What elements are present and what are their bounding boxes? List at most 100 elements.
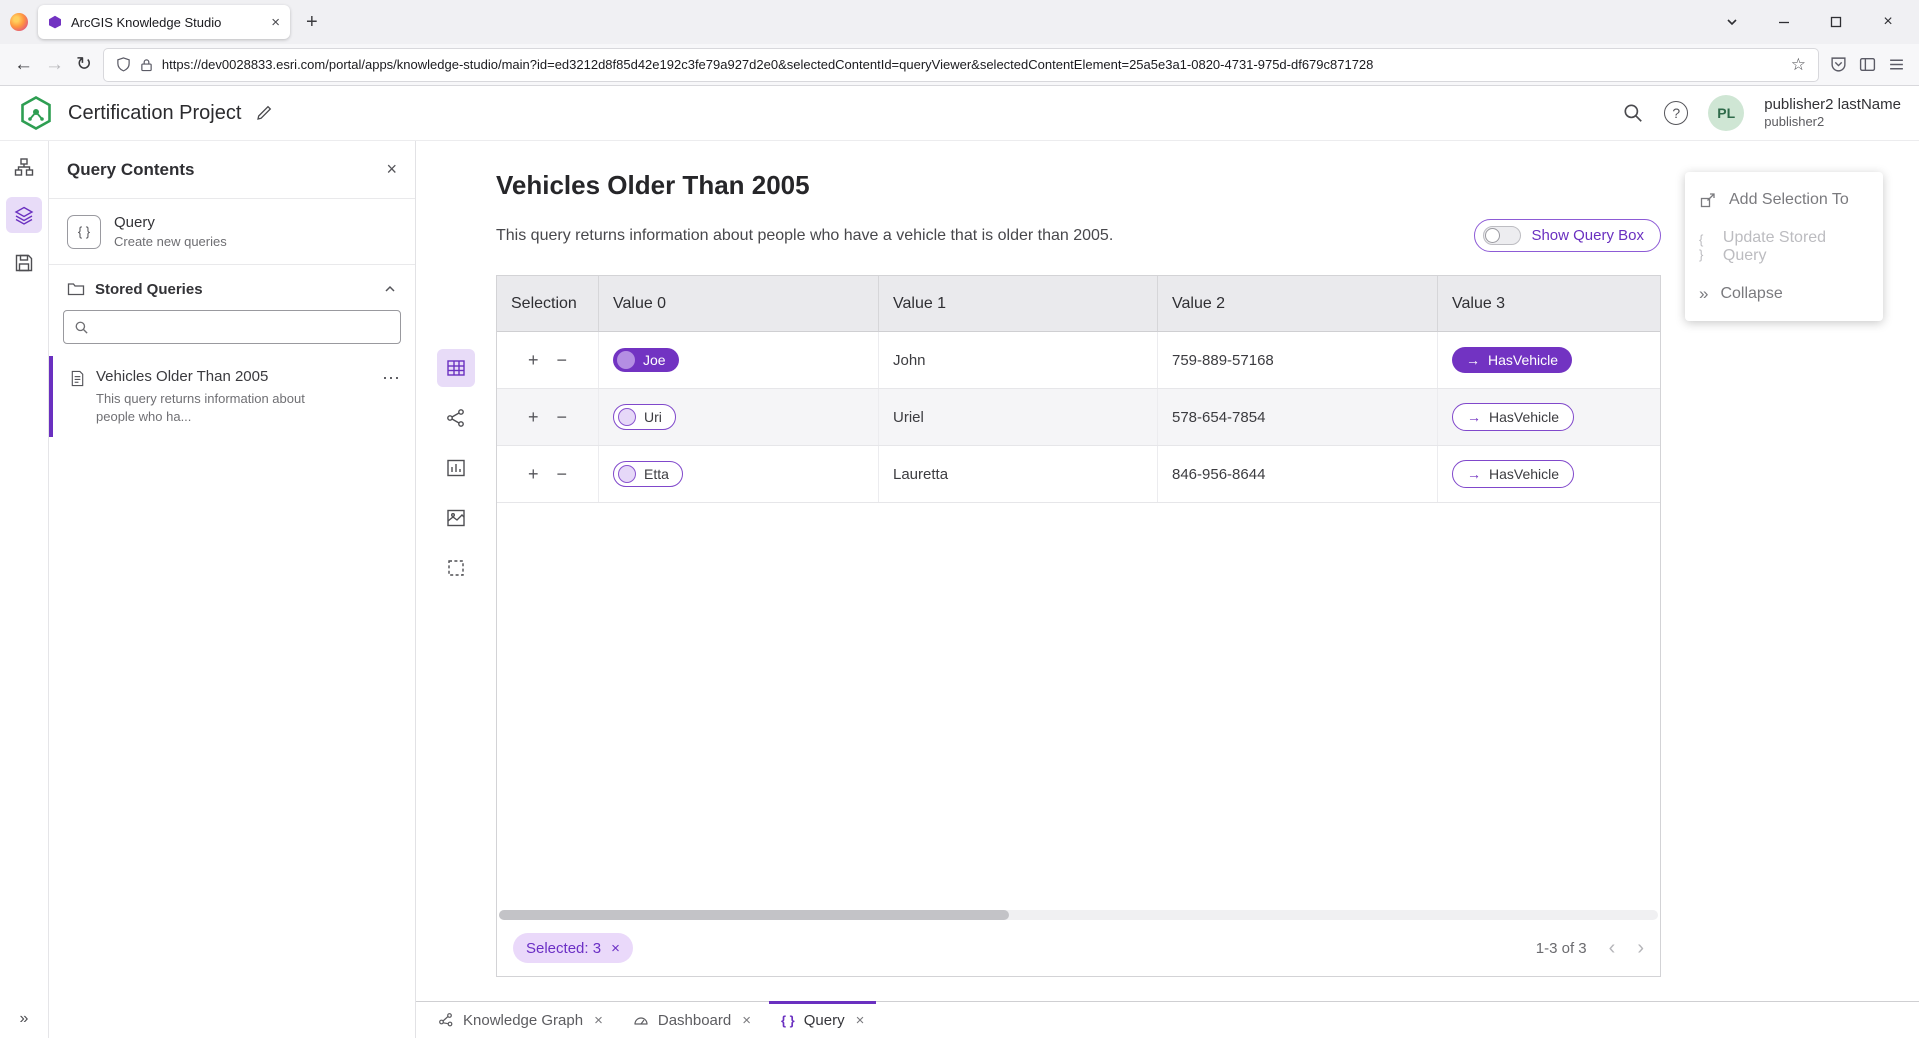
relation-pill[interactable]: →HasVehicle	[1452, 460, 1574, 488]
back-button[interactable]: ←	[14, 55, 33, 74]
query-item-subtitle: Create new queries	[114, 234, 227, 249]
tab-close-icon[interactable]: ×	[271, 15, 280, 30]
window-close-button[interactable]: ×	[1867, 5, 1909, 39]
value3-cell: →HasVehicle	[1438, 332, 1660, 388]
remove-selection-icon[interactable]: −	[557, 351, 568, 369]
knowledge-graph-icon	[438, 1012, 454, 1028]
search-icon[interactable]	[1622, 102, 1644, 124]
column-header-value0: Value 0	[599, 276, 879, 331]
stored-query-overflow-icon[interactable]: ⋯	[382, 368, 401, 389]
url-bar[interactable]: https://dev0028833.esri.com/portal/apps/…	[104, 49, 1818, 81]
map-view-icon[interactable]	[437, 499, 475, 537]
tab-close-icon[interactable]: ×	[742, 1012, 751, 1029]
collapse-icon: »	[1699, 284, 1708, 304]
user-avatar[interactable]: PL	[1708, 95, 1744, 131]
menu-item-label: Add Selection To	[1729, 191, 1849, 209]
entity-pill[interactable]: Joe	[613, 348, 679, 372]
entity-cell: Etta	[599, 446, 879, 502]
active-tab-indicator	[769, 1001, 876, 1004]
selected-count-label: Selected: 3	[526, 940, 601, 957]
relation-label: HasVehicle	[1488, 352, 1558, 368]
toggle-switch[interactable]	[1483, 226, 1521, 245]
scrollbar-thumb[interactable]	[499, 910, 1009, 920]
horizontal-scrollbar[interactable]	[499, 910, 1658, 920]
tab-dashboard[interactable]: Dashboard ×	[621, 1002, 763, 1038]
add-selection-icon[interactable]: +	[528, 351, 539, 369]
tab-close-icon[interactable]: ×	[856, 1012, 865, 1029]
entity-label: Joe	[643, 352, 666, 368]
previous-page-icon[interactable]: ‹	[1609, 938, 1616, 958]
results-table: Selection Value 0 Value 1 Value 2 Value …	[496, 275, 1661, 977]
stored-queries-search-input[interactable]	[97, 319, 390, 335]
entity-pill[interactable]: Etta	[613, 461, 683, 487]
relation-pill[interactable]: →HasVehicle	[1452, 347, 1572, 373]
expand-rail-icon[interactable]: »	[0, 1010, 48, 1028]
window-minimize-button[interactable]	[1763, 5, 1805, 39]
menu-item-update-stored-query[interactable]: { } Update Stored Query	[1685, 223, 1883, 270]
link-chart-view-icon[interactable]	[437, 399, 475, 437]
relation-pill[interactable]: → HasVehicle	[1452, 403, 1574, 431]
add-selection-icon[interactable]: +	[528, 408, 539, 426]
bookmark-star-icon[interactable]: ☆	[1791, 56, 1806, 73]
table-empty-area	[497, 503, 1660, 910]
entity-dot-icon	[618, 465, 636, 483]
forward-button[interactable]: →	[45, 55, 64, 74]
new-tab-button[interactable]: +	[300, 11, 324, 34]
pagination: 1-3 of 3 ‹ ›	[1536, 938, 1644, 958]
new-query-item[interactable]: { } Query Create new queries	[49, 199, 415, 265]
menu-item-collapse[interactable]: » Collapse	[1685, 270, 1883, 317]
url-text[interactable]: https://dev0028833.esri.com/portal/apps/…	[162, 57, 1782, 72]
query-description: This query returns information about peo…	[496, 227, 1113, 245]
tab-knowledge-graph[interactable]: Knowledge Graph ×	[426, 1002, 615, 1038]
relation-label: HasVehicle	[1489, 409, 1559, 425]
show-query-box-toggle[interactable]: Show Query Box	[1474, 219, 1661, 252]
next-page-icon[interactable]: ›	[1637, 938, 1644, 958]
query-contents-panel: Query Contents × { } Query Create new qu…	[49, 141, 416, 1038]
tab-query[interactable]: { } Query ×	[769, 1002, 876, 1038]
arcgis-knowledge-logo[interactable]	[18, 95, 54, 131]
panel-title: Query Contents	[67, 160, 195, 180]
user-info[interactable]: publisher2 lastName publisher2	[1764, 96, 1901, 131]
menu-item-add-selection-to[interactable]: Add Selection To	[1685, 176, 1883, 223]
table-row: + − Uri Uriel 578-654-7854 →HasVehicle	[497, 389, 1660, 446]
user-display-name: publisher2 lastName	[1764, 96, 1901, 115]
entity-pill[interactable]: Uri	[613, 404, 676, 430]
window-maximize-button[interactable]	[1815, 5, 1857, 39]
chevron-up-icon[interactable]	[383, 282, 397, 296]
layers-icon[interactable]	[6, 197, 42, 233]
clear-selection-icon[interactable]: ×	[611, 940, 620, 957]
stored-query-title: Vehicles Older Than 2005	[96, 368, 334, 385]
remove-selection-icon[interactable]: −	[557, 408, 568, 426]
selected-count-chip[interactable]: Selected: 3 ×	[513, 933, 633, 963]
query-braces-icon: { }	[67, 215, 101, 249]
hamburger-menu-icon[interactable]	[1888, 56, 1905, 73]
selection-tools-icon[interactable]	[437, 549, 475, 587]
table-view-icon[interactable]	[437, 349, 475, 387]
panel-close-icon[interactable]: ×	[386, 159, 397, 180]
save-icon[interactable]	[6, 245, 42, 281]
remove-selection-icon[interactable]: −	[557, 465, 568, 483]
browser-tab[interactable]: ArcGIS Knowledge Studio ×	[38, 5, 290, 39]
stored-queries-header[interactable]: Stored Queries	[49, 265, 415, 308]
value2-cell: 759-889-57168	[1158, 332, 1438, 388]
pocket-icon[interactable]	[1830, 56, 1847, 73]
tab-title: ArcGIS Knowledge Studio	[71, 15, 262, 30]
add-selection-icon[interactable]: +	[528, 465, 539, 483]
arcgis-favicon-icon	[48, 15, 62, 29]
shield-icon[interactable]	[116, 57, 131, 72]
chart-view-icon[interactable]	[437, 449, 475, 487]
data-model-icon[interactable]	[6, 149, 42, 185]
edit-pencil-icon[interactable]	[255, 104, 273, 122]
pagination-range: 1-3 of 3	[1536, 940, 1587, 957]
add-selection-to-icon	[1699, 191, 1717, 209]
firefox-icon[interactable]	[10, 13, 28, 31]
help-icon[interactable]: ?	[1664, 101, 1688, 125]
reload-button[interactable]: ↻	[76, 55, 92, 74]
value1-cell: John	[879, 332, 1158, 388]
relation-arrow-icon: →	[1467, 409, 1481, 425]
tab-list-chevron-icon[interactable]	[1711, 5, 1753, 39]
stored-query-item[interactable]: Vehicles Older Than 2005 This query retu…	[49, 356, 415, 437]
sidebar-toggle-icon[interactable]	[1859, 56, 1876, 73]
tab-close-icon[interactable]: ×	[594, 1012, 603, 1029]
panel-header: Query Contents ×	[49, 141, 415, 199]
